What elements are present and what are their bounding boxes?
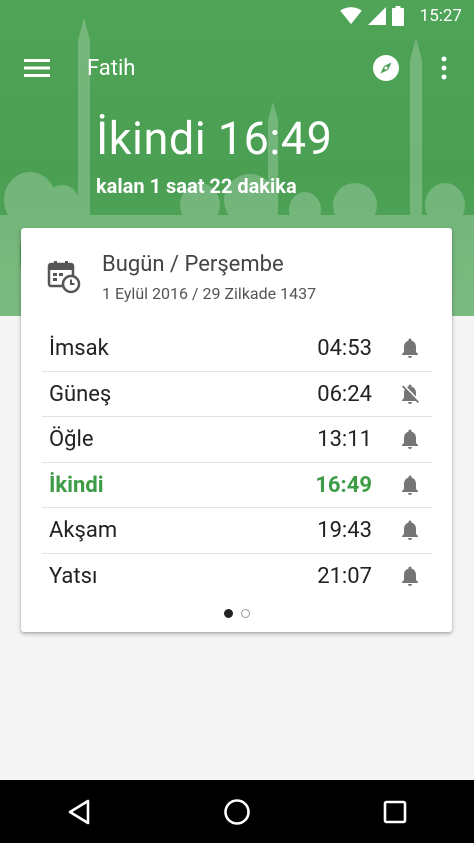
bell-off-icon[interactable] [398,382,422,406]
current-prayer-time: İkindi 16:49 [96,112,333,165]
back-button[interactable] [49,782,109,842]
home-button[interactable] [207,782,267,842]
prayer-name: Akşam [49,518,118,544]
prayer-time: 04:53 [317,336,372,361]
prayer-times-card[interactable]: Bugün / Perşembe 1 Eylül 2016 / 29 Zilka… [21,228,452,632]
signal-icon [367,7,386,25]
compass-icon [373,55,399,81]
prayer-name: Yatsı [49,563,98,589]
status-time: 15:27 [419,6,462,26]
recents-icon [383,800,407,823]
prayer-time: 06:24 [317,381,372,407]
battery-icon [391,6,404,26]
page-dot-active[interactable] [223,609,233,618]
prayer-time: 16:49 [315,472,372,498]
prayer-time: 21:07 [317,563,372,589]
bell-icon[interactable] [398,564,422,588]
wifi-icon [339,7,362,25]
page-dot-inactive[interactable] [240,609,250,618]
location-title[interactable]: Fatih [87,56,364,81]
date-line: 1 Eylül 2016 / 29 Zilkade 1437 [102,284,317,303]
more-vert-icon [441,56,447,80]
prayer-row-gunes: Güneş 06:24 [42,372,432,418]
calendar-clock-icon [47,261,81,294]
prayer-name: Güneş [49,381,112,407]
menu-icon [24,59,50,77]
prayer-row-yatsi: Yatsı 21:07 [42,554,432,600]
card-header: Bugün / Perşembe 1 Eylül 2016 / 29 Zilka… [21,228,452,318]
bell-icon[interactable] [398,427,422,451]
prayer-row-imsak: İmsak 04:53 [42,326,432,372]
prayer-name: Öğle [49,427,94,453]
prayer-list: İmsak 04:53 Güneş 06:24 Öğle 13:11 İkind… [42,326,432,600]
more-options-button[interactable] [422,46,466,90]
qibla-compass-button[interactable] [364,46,408,90]
bell-icon[interactable] [398,473,422,497]
prayer-name: İmsak [49,336,109,361]
day-title: Bugün / Perşembe [102,252,284,277]
system-navigation-bar [0,780,474,843]
menu-button[interactable] [9,40,65,96]
back-icon [68,799,90,824]
page-indicator [21,609,452,618]
bell-icon[interactable] [398,518,422,542]
home-icon [224,798,250,825]
app-bar: Fatih [0,40,474,96]
prayer-time: 19:43 [317,518,372,544]
recents-button[interactable] [365,782,425,842]
prayer-name: İkindi [49,472,104,498]
prayer-row-ogle: Öğle 13:11 [42,417,432,463]
bell-icon[interactable] [398,336,422,360]
prayer-time: 13:11 [317,427,372,453]
time-remaining: kalan 1 saat 22 dakika [96,174,297,198]
status-bar: 15:27 [0,0,474,32]
prayer-row-aksam: Akşam 19:43 [42,508,432,554]
prayer-row-ikindi: İkindi 16:49 [42,463,432,509]
